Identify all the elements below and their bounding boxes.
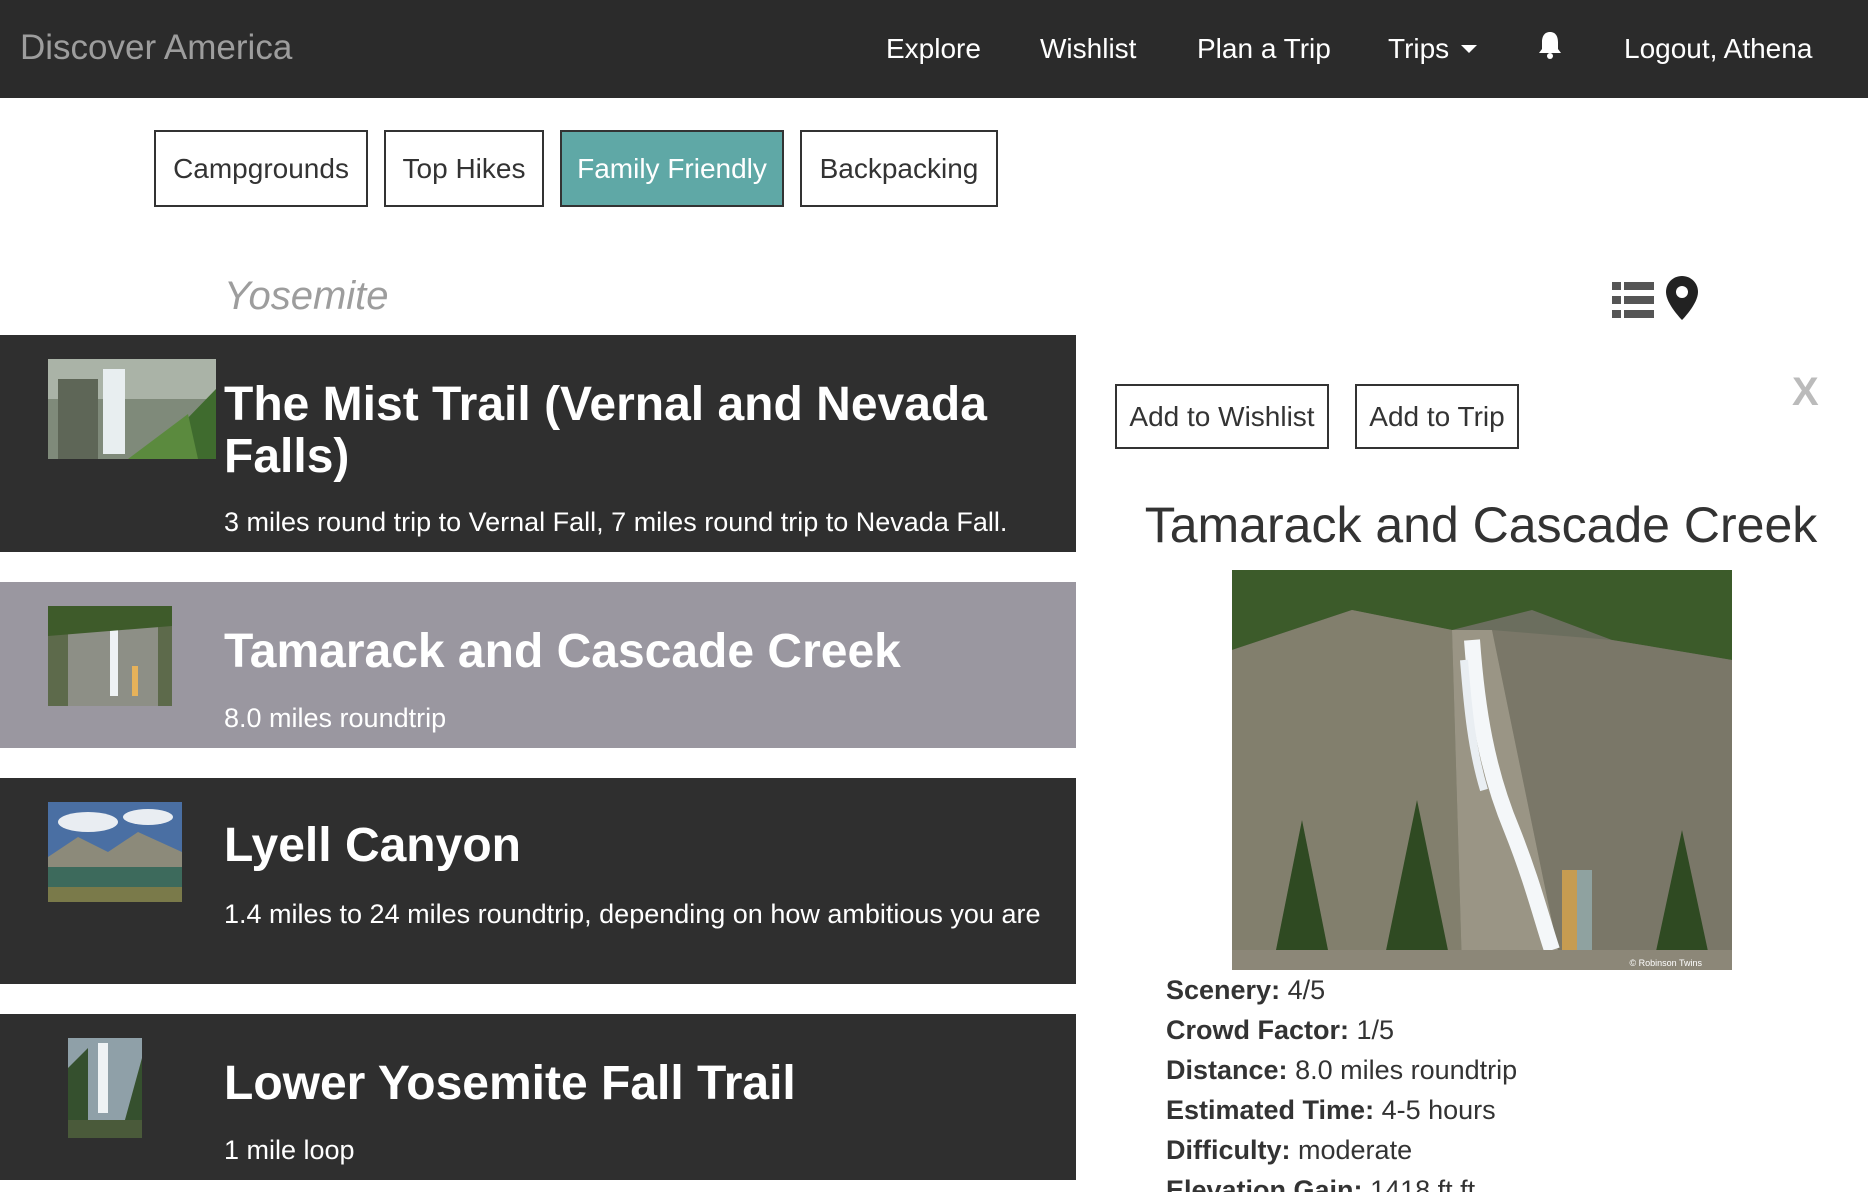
trail-description: 8.0 miles roundtrip (224, 703, 447, 733)
nav-logout[interactable]: Logout, Athena (1624, 33, 1812, 65)
list-view-icon[interactable] (1612, 280, 1654, 320)
trail-detail-photo: © Robinson Twins (1232, 570, 1732, 970)
trail-name: Tamarack and Cascade Creek (224, 625, 901, 678)
filter-campgrounds-button[interactable]: Campgrounds (154, 130, 368, 207)
filter-backpacking-button[interactable]: Backpacking (800, 130, 998, 207)
trail-thumbnail-tamarack-cascade (48, 606, 172, 706)
trail-item-tamarack-cascade[interactable]: Tamarack and Cascade Creek 8.0 miles rou… (0, 582, 1076, 748)
trail-name: Lyell Canyon (224, 819, 521, 872)
trail-thumbnail-lyell-canyon (48, 802, 182, 902)
bell-icon[interactable] (1536, 30, 1564, 60)
brand-logo[interactable]: Discover America (20, 28, 292, 68)
close-detail-button[interactable]: X (1792, 370, 1819, 415)
nav-plan-a-trip[interactable]: Plan a Trip (1197, 33, 1331, 65)
trail-thumbnail-lower-yosemite-fall (68, 1038, 142, 1138)
map-pin-icon[interactable] (1666, 276, 1698, 320)
nav-explore[interactable]: Explore (886, 33, 981, 65)
trail-thumbnail-mist-trail (48, 359, 216, 459)
caret-down-icon (1461, 44, 1478, 53)
trail-description: 1.4 miles to 24 miles roundtrip, dependi… (224, 899, 1041, 929)
filter-top-hikes-button[interactable]: Top Hikes (384, 130, 544, 207)
trail-item-mist-trail[interactable]: The Mist Trail (Vernal and Nevada Falls)… (0, 335, 1076, 552)
stat-elevation-gain: Elevation Gain: 1418 ft ft (1166, 1175, 1476, 1192)
nav-trips-dropdown[interactable]: Trips (1388, 33, 1478, 65)
trail-description: 3 miles round trip to Vernal Fall, 7 mil… (224, 507, 1008, 537)
stat-difficulty: Difficulty: moderate (1166, 1135, 1413, 1165)
top-navbar: Discover America Explore Wishlist Plan a… (0, 0, 1868, 98)
trail-description: 1 mile loop (224, 1135, 355, 1165)
stat-estimated-time: Estimated Time: 4-5 hours (1166, 1095, 1496, 1125)
image-credit: © Robinson Twins (1629, 958, 1702, 968)
trail-name: Lower Yosemite Fall Trail (224, 1057, 796, 1110)
nav-trips-label: Trips (1388, 33, 1450, 64)
stat-scenery: Scenery: 4/5 (1166, 975, 1326, 1005)
trail-name: The Mist Trail (Vernal and Nevada Falls) (224, 378, 987, 483)
stat-distance: Distance: 8.0 miles roundtrip (1166, 1055, 1518, 1085)
trail-item-lower-yosemite-fall[interactable]: Lower Yosemite Fall Trail 1 mile loop (0, 1014, 1076, 1180)
stat-crowd-factor: Crowd Factor: 1/5 (1166, 1015, 1395, 1045)
detail-title: Tamarack and Cascade Creek (1144, 497, 1818, 553)
add-to-wishlist-button[interactable]: Add to Wishlist (1115, 384, 1329, 449)
trail-stats: Scenery: 4/5 Crowd Factor: 1/5 Distance:… (1166, 970, 1517, 1192)
add-to-trip-button[interactable]: Add to Trip (1355, 384, 1519, 449)
trail-item-lyell-canyon[interactable]: Lyell Canyon 1.4 miles to 24 miles round… (0, 778, 1076, 984)
nav-wishlist[interactable]: Wishlist (1040, 33, 1136, 65)
park-title: Yosemite (224, 274, 389, 318)
filter-family-friendly-button[interactable]: Family Friendly (560, 130, 784, 207)
